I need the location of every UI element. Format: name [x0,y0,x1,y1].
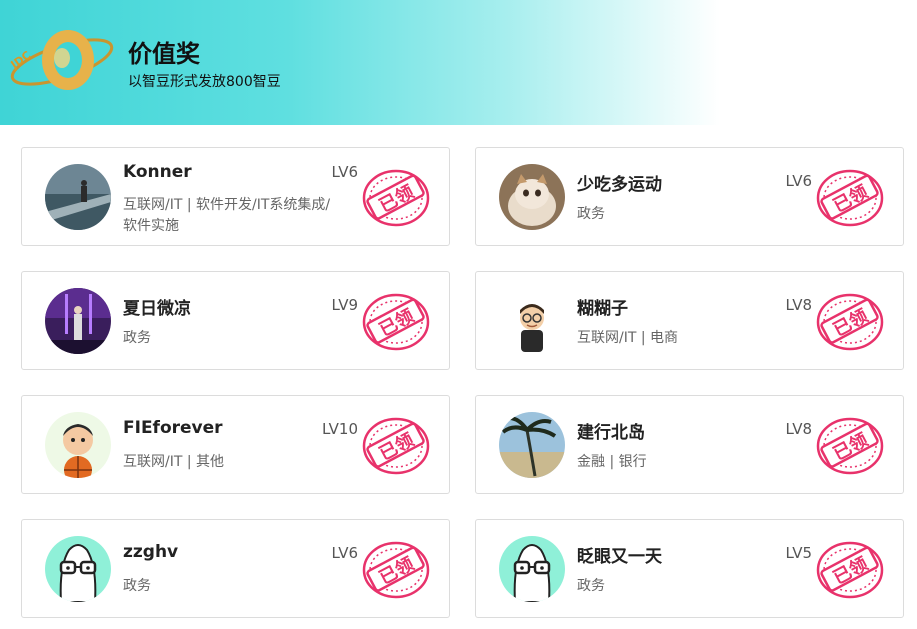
winner-name[interactable]: 糊糊子 [577,294,628,319]
industry-text: 政务 [577,206,605,222]
basketball-cartoon-avatar[interactable] [45,412,111,478]
level-badge: LV8 [785,420,812,438]
industry-line: 互联网/IT | 软件开发/IT系统集成/ [123,197,331,213]
claimed-stamp: 已领 [361,416,431,476]
claimed-stamp: 已领 [815,540,885,600]
award-subtitle: 以智豆形式发放800智豆 [128,74,281,90]
winner-card[interactable]: FIEforever LV10 互联网/IT | 其他 已领 [21,395,450,494]
winner-name[interactable]: zzghv [123,542,178,562]
rabbit-glasses-avatar[interactable] [45,536,111,602]
gold-ring-medal-icon: JDC [8,30,114,90]
level-badge: LV10 [321,420,358,438]
level-badge: LV5 [785,544,812,562]
winner-card[interactable]: 眨眼又一天 LV5 政务 已领 [475,519,904,618]
cartoon-man-avatar[interactable] [499,288,565,354]
industry-line: 软件实施 [123,218,179,234]
winner-name[interactable]: 建行北岛 [577,418,645,443]
level-badge: LV9 [331,296,358,314]
lake-photo-avatar[interactable] [45,164,111,230]
award-title: 价值奖 [128,40,200,68]
level-badge: LV6 [785,172,812,190]
claimed-stamp: 已领 [815,292,885,352]
palm-beach-avatar[interactable] [499,412,565,478]
industry-text: 互联网/IT | 其他 [123,454,225,470]
industry-text: 政务 [123,578,151,594]
winner-card[interactable]: 夏日微凉 LV9 政务 已领 [21,271,450,370]
level-badge: LV6 [331,544,358,562]
award-banner: JDC 价值奖 以智豆形式发放800智豆 [0,0,720,125]
winner-name[interactable]: 少吃多运动 [577,170,662,195]
industry-text: 政务 [123,330,151,346]
winner-name[interactable]: 夏日微凉 [123,294,191,319]
claimed-stamp: 已领 [815,416,885,476]
industry-text: 政务 [577,578,605,594]
claimed-stamp: 已领 [361,540,431,600]
winner-name[interactable]: FIEforever [123,418,223,438]
winner-card[interactable]: 建行北岛 LV8 金融 | 银行 已领 [475,395,904,494]
winner-card[interactable]: Konner LV6 互联网/IT | 软件开发/IT系统集成/ 软件实施 已领 [21,147,450,246]
medal-label: JDC [8,49,34,72]
winner-card[interactable]: 少吃多运动 LV6 政务 已领 [475,147,904,246]
winner-name[interactable]: Konner [123,162,192,182]
claimed-stamp: 已领 [815,168,885,228]
level-badge: LV8 [785,296,812,314]
winner-card[interactable]: zzghv LV6 政务 已领 [21,519,450,618]
level-badge: LV6 [331,163,358,181]
industry-text: 互联网/IT | 电商 [577,330,679,346]
cat-photo-avatar[interactable] [499,164,565,230]
claimed-stamp: 已领 [361,168,431,228]
industry-text: 互联网/IT | 软件开发/IT系统集成/ 软件实施 [123,195,363,237]
industry-text: 金融 | 银行 [577,454,647,470]
rabbit-glasses-avatar[interactable] [499,536,565,602]
stage-photo-avatar[interactable] [45,288,111,354]
winner-name[interactable]: 眨眼又一天 [577,542,662,567]
winner-card[interactable]: 糊糊子 LV8 互联网/IT | 电商 已领 [475,271,904,370]
claimed-stamp: 已领 [361,292,431,352]
